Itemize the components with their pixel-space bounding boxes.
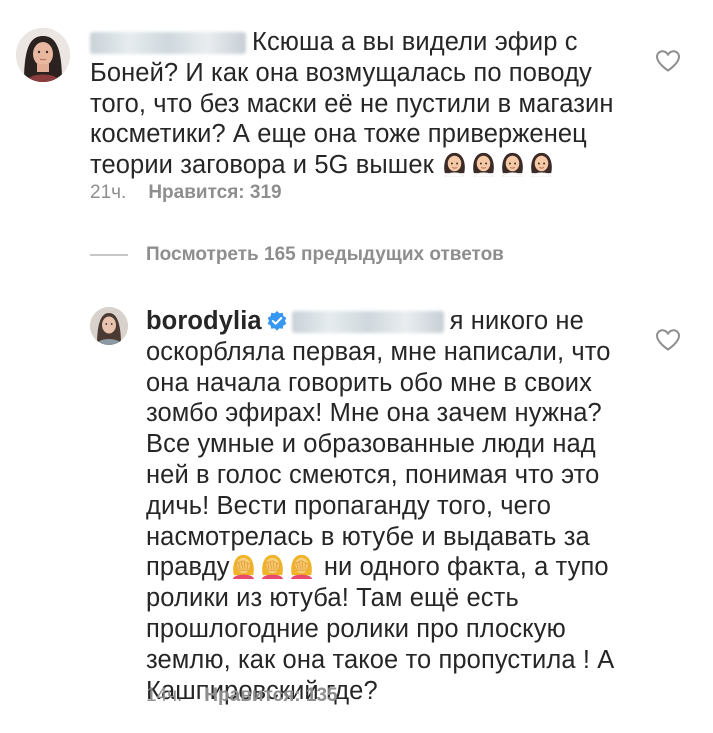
verified-badge-icon <box>267 311 286 331</box>
heart-icon[interactable] <box>655 328 681 352</box>
avatar[interactable] <box>90 307 128 345</box>
username[interactable]: borodylia <box>146 307 262 335</box>
comment-meta: 21ч. Нравится: 319 <box>90 182 282 204</box>
timestamp: 21ч. <box>90 182 127 203</box>
woman-raising-hand-emoji <box>499 150 526 177</box>
comment-text: borodylia я никого не оскорбляла первая,… <box>146 306 628 706</box>
avatar-image <box>90 307 128 345</box>
avatar[interactable] <box>16 28 70 82</box>
timestamp: 14ч. <box>146 685 183 706</box>
woman-facepalming-emoji <box>259 552 286 579</box>
woman-facepalming-emoji <box>288 552 315 579</box>
comment-meta: 14ч. Нравится: 135 <box>146 685 338 707</box>
divider-line <box>90 254 128 256</box>
comment-text: Ксюша а вы видели эфир с Боней? И как он… <box>90 27 630 181</box>
avatar-image <box>16 28 70 82</box>
woman-raising-hand-emoji <box>528 150 555 177</box>
woman-facepalming-emoji <box>230 552 257 579</box>
likes-count[interactable]: Нравится: 319 <box>148 182 281 203</box>
view-previous-replies-button[interactable]: Посмотреть 165 предыдущих ответов <box>90 244 504 266</box>
heart-icon[interactable] <box>655 49 681 73</box>
view-replies-label: Посмотреть 165 предыдущих ответов <box>146 244 504 265</box>
woman-tipping-hand-emoji <box>441 150 468 177</box>
comment-body-part-1: я никого не оскорбляла первая, мне напис… <box>146 307 611 582</box>
mention-redacted[interactable] <box>291 311 444 334</box>
username-redacted[interactable] <box>90 32 246 55</box>
likes-count[interactable]: Нравится: 135 <box>204 685 337 706</box>
woman-raising-hand-emoji <box>470 150 497 177</box>
